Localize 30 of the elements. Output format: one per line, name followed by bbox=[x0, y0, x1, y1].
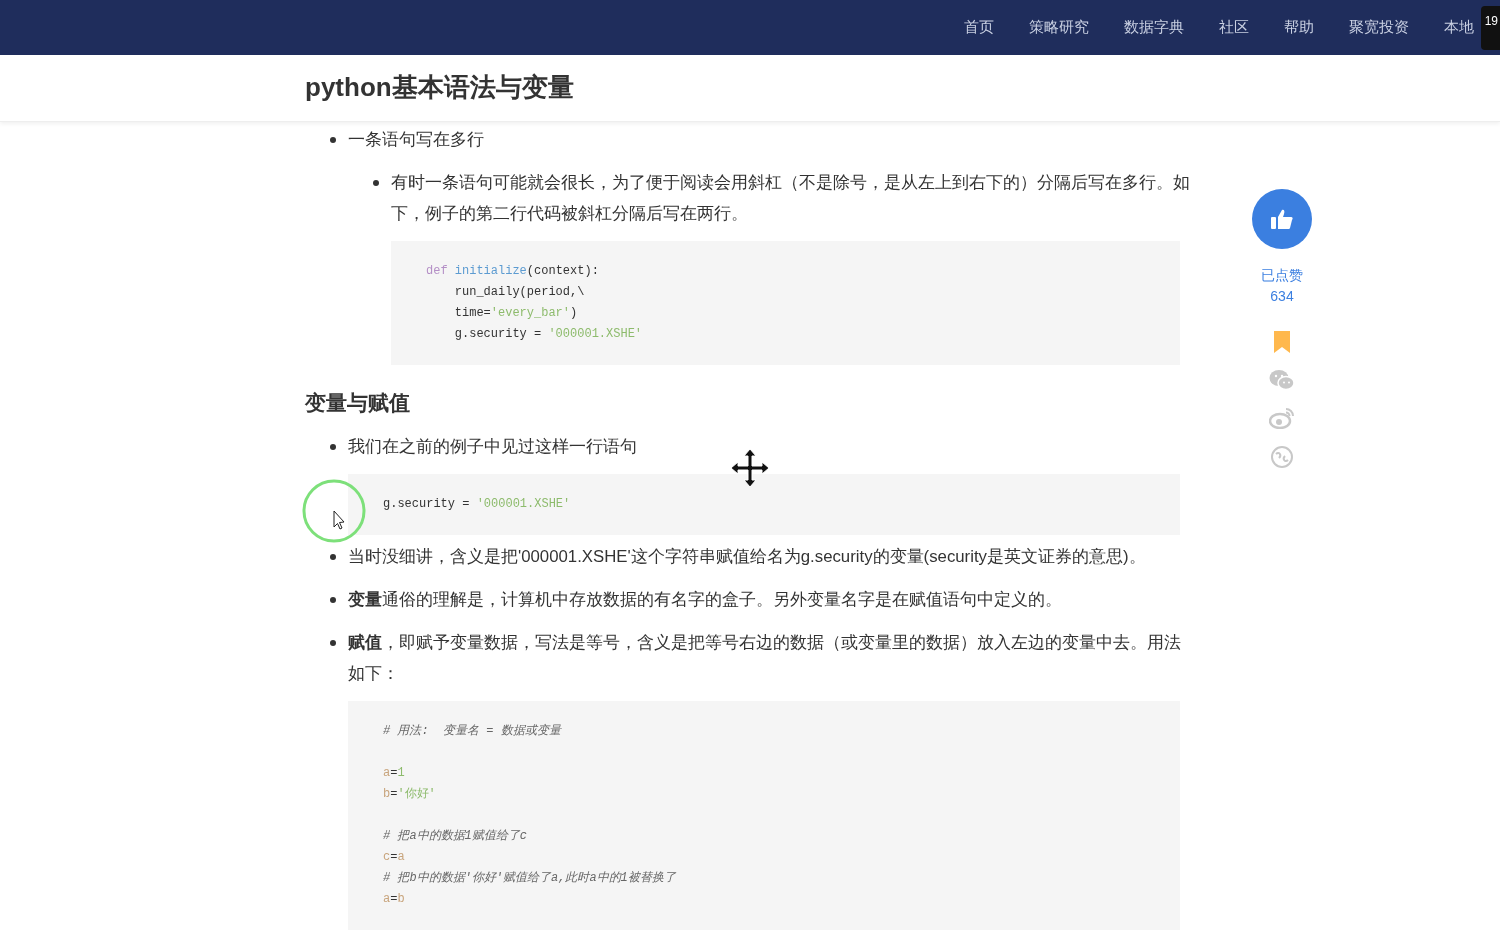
code-line: time='every_bar') bbox=[453, 305, 579, 322]
code-line: def initialize(context): bbox=[426, 263, 600, 280]
section-heading: 变量与赋值 bbox=[305, 390, 411, 416]
list-text: 一条语句写在多行 bbox=[348, 129, 484, 151]
code-line: c=a bbox=[383, 848, 406, 866]
code-line: # 把b中的数据'你好'赋值给了a,此时a中的1被替换了 bbox=[383, 869, 677, 887]
like-count: 634 bbox=[1270, 287, 1294, 306]
code-line: g.security = '000001.XSHE' bbox=[453, 326, 644, 343]
code-line: # 用法: 变量名 = 数据或变量 bbox=[383, 722, 563, 740]
nav-link-item[interactable]: 聚宽投资 bbox=[1349, 16, 1409, 39]
article-title: python基本语法与变量 bbox=[305, 72, 574, 104]
code-line: b='你好' bbox=[383, 785, 437, 803]
nav-link-item[interactable]: 策略研究 bbox=[1029, 16, 1089, 39]
nav-link-item[interactable]: 数据字典 bbox=[1124, 16, 1184, 39]
list-text: 当时没细讲，含义是把'000001.XSHE'这个字符串赋值给名为g.security的变量(security是英文证券的意思)。 bbox=[348, 545, 1146, 568]
code-line: a=b bbox=[383, 890, 406, 908]
code-line: # 把a中的数据1赋值给了c bbox=[383, 827, 528, 845]
code-line: a=1 bbox=[383, 764, 406, 782]
code-line: run_daily(period,\ bbox=[453, 284, 586, 301]
tooltip: 19 bbox=[1480, 6, 1500, 50]
nav-link-item[interactable]: 首页 bbox=[964, 16, 994, 39]
nav-link-item[interactable]: 社区 bbox=[1219, 16, 1249, 39]
code-line: g.security = '000001.XSHE' bbox=[383, 495, 572, 513]
list-text: 有时一条语句可能就会很长，为了便于阅读会用斜杠（不是除号，是从左上到右下的）分隔后写在多行。如下，例子的第二行代码被斜杠分隔后写在两行。 bbox=[391, 172, 1191, 225]
list-text: 我们在之前的例子中见过这样一行语句 bbox=[348, 435, 637, 458]
like-label: 已点赞 bbox=[1261, 266, 1303, 285]
list-text: 变量通俗的理解是，计算机中存放数据的有名字的盒子。另外变量名字是在赋值语句中定义的。 bbox=[348, 588, 1062, 611]
nav-link-item[interactable]: 帮助 bbox=[1284, 16, 1314, 39]
list-text: 赋值，即赋予变量数据，写法是等号，含义是把等号右边的数据（或变量里的数据）放入左边的变量中去。用法如下： bbox=[348, 631, 1182, 685]
nav-link-item[interactable]: 本地 bbox=[1444, 16, 1474, 39]
